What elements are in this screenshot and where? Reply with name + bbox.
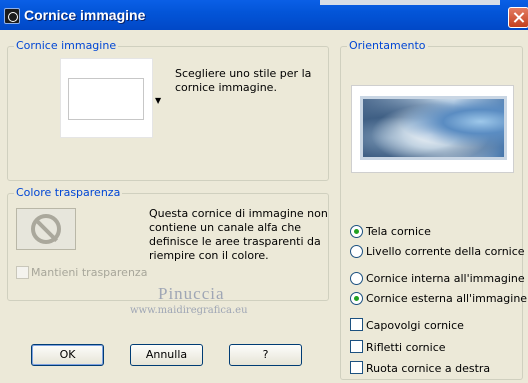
keep-transparency-label: Mantieni trasparenza bbox=[31, 266, 148, 279]
capovolgi-checkbox[interactable] bbox=[350, 318, 363, 331]
orientation-preview-image bbox=[360, 96, 507, 160]
frame-description-line: cornice immagine. bbox=[175, 81, 277, 94]
transparency-description-line: Questa cornice di immagine non bbox=[149, 207, 328, 220]
cornice-esterna-label[interactable]: Cornice esterna all'immagine bbox=[366, 292, 527, 305]
orientation-group-label: Orientamento bbox=[347, 39, 428, 52]
cornice-esterna-radio[interactable] bbox=[350, 292, 363, 305]
frame-style-preview[interactable] bbox=[60, 58, 153, 138]
cornice-interna-label[interactable]: Cornice interna all'immagine bbox=[366, 272, 525, 285]
transparency-description: Questa cornice di immagine non contiene … bbox=[149, 207, 328, 263]
transparency-description-line: definisce le aree trasparenti da bbox=[149, 235, 321, 248]
rifletti-label[interactable]: Rifletti cornice bbox=[366, 341, 446, 354]
cornice-interna-radio[interactable] bbox=[350, 272, 363, 285]
tela-cornice-label[interactable]: Tela cornice bbox=[366, 225, 431, 238]
rifletti-checkbox[interactable] bbox=[350, 340, 363, 353]
close-button[interactable] bbox=[508, 7, 528, 28]
watermark-url: www.maidiregrafica.eu bbox=[130, 305, 248, 316]
not-allowed-icon bbox=[31, 214, 61, 244]
transparency-group-label: Colore trasparenza bbox=[14, 186, 123, 199]
livello-corrente-label[interactable]: Livello corrente della cornice bbox=[366, 245, 525, 258]
transparency-description-line: riempire con il colore. bbox=[149, 249, 269, 262]
frame-group-label: Cornice immagine bbox=[14, 39, 119, 52]
frame-style-thumbnail bbox=[68, 78, 144, 120]
cancel-button[interactable]: Annulla bbox=[130, 344, 203, 366]
ruota-label[interactable]: Ruota cornice a destra bbox=[366, 362, 490, 375]
transparency-color-swatch bbox=[16, 208, 76, 250]
app-icon bbox=[4, 8, 20, 24]
dropdown-arrow-icon[interactable]: ▼ bbox=[155, 96, 161, 105]
capovolgi-label[interactable]: Capovolgi cornice bbox=[366, 319, 464, 332]
watermark-name: Pinuccia bbox=[158, 284, 225, 303]
frame-description: Scegliere uno stile per la cornice immag… bbox=[175, 67, 311, 95]
background-strip bbox=[320, 0, 500, 5]
livello-corrente-radio[interactable] bbox=[350, 245, 363, 258]
help-button[interactable]: ? bbox=[229, 344, 302, 366]
transparency-description-line: contiene un canale alfa che bbox=[149, 221, 302, 234]
ruota-checkbox[interactable] bbox=[350, 361, 363, 374]
dialog-window: Cornice immagine Cornice immagine ▼ Sceg… bbox=[0, 0, 528, 383]
orientation-preview bbox=[351, 85, 514, 173]
window-title: Cornice immagine bbox=[24, 7, 146, 23]
tela-cornice-radio[interactable] bbox=[350, 225, 363, 238]
ok-button[interactable]: OK bbox=[31, 344, 104, 366]
keep-transparency-checkbox[interactable] bbox=[16, 266, 29, 279]
frame-description-line: Scegliere uno stile per la bbox=[175, 67, 312, 80]
